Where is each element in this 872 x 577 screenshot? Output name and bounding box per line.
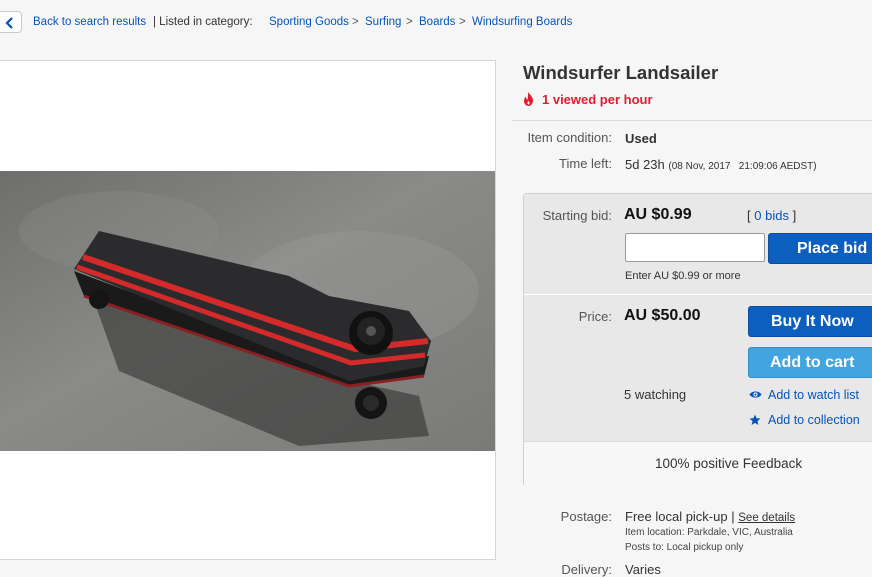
postage-value: Free local pick-up | See details <box>625 509 795 524</box>
time-left-duration: 5d 23h <box>625 157 665 172</box>
delivery-label: Delivery: <box>561 562 612 577</box>
starting-bid-label: Starting bid: <box>542 208 612 223</box>
breadcrumb-separator: > <box>352 16 359 28</box>
see-details-link[interactable]: See details <box>738 512 795 524</box>
bid-count-open: [ <box>747 208 751 223</box>
back-to-search-link[interactable]: Back to search results <box>33 16 146 28</box>
price-label: Price: <box>578 309 612 324</box>
postage-separator: | <box>731 509 735 524</box>
chevron-left-icon <box>5 17 13 29</box>
breadcrumb: Back to search results | Listed in categ… <box>0 11 872 33</box>
category-surfing[interactable]: Surfing <box>365 16 401 28</box>
image-panel <box>0 60 496 560</box>
bids-link[interactable]: 0 bids <box>754 208 789 223</box>
postage-text: Free local pick-up <box>625 509 728 524</box>
star-icon <box>749 414 761 425</box>
postage-label: Postage: <box>560 509 612 524</box>
item-title: Windsurfer Landsailer <box>523 62 719 83</box>
listed-in-label: | Listed in category: <box>153 16 253 28</box>
divider <box>512 120 872 121</box>
category-boards[interactable]: Boards <box>419 16 455 28</box>
bid-count-close: ] <box>792 208 797 223</box>
time-left-end: (08 Nov, 2017 21:09:06 AEDST) <box>668 161 817 172</box>
category-sporting-goods[interactable]: Sporting Goods <box>269 16 349 28</box>
time-left-value: 5d 23h (08 Nov, 2017 21:09:06 AEDST) <box>625 157 817 172</box>
buy-it-now-button[interactable]: Buy It Now <box>748 306 872 337</box>
delivery-value: Varies <box>625 562 661 577</box>
flame-icon <box>524 92 533 106</box>
time-left-label: Time left: <box>559 156 612 171</box>
condition-value: Used <box>625 131 657 146</box>
posts-to: Posts to: Local pickup only <box>625 542 744 553</box>
add-to-cart-button[interactable]: Add to cart <box>748 347 872 378</box>
watching-count: 5 watching <box>624 387 687 402</box>
views-badge-text: 1 viewed per hour <box>542 92 653 107</box>
add-to-watch-list-link[interactable]: Add to watch list <box>768 388 859 402</box>
bid-count: [ 0 bids ] <box>747 208 796 223</box>
item-location: Item location: Parkdale, VIC, Australia <box>625 527 793 538</box>
category-windsurfing-boards[interactable]: Windsurfing Boards <box>472 16 572 28</box>
price-value: AU $50.00 <box>624 307 701 324</box>
breadcrumb-separator: > <box>459 16 466 28</box>
add-to-collection-link[interactable]: Add to collection <box>768 413 860 427</box>
bid-hint: Enter AU $0.99 or more <box>625 270 741 282</box>
starting-bid-value: AU $0.99 <box>624 206 692 223</box>
item-photo[interactable] <box>0 171 495 451</box>
place-bid-button[interactable]: Place bid <box>768 233 872 264</box>
bid-amount-input[interactable] <box>625 233 765 262</box>
back-button[interactable] <box>0 11 22 33</box>
breadcrumb-separator: > <box>406 16 413 28</box>
seller-feedback: 100% positive Feedback <box>655 456 803 471</box>
eye-icon <box>749 391 762 398</box>
condition-label: Item condition: <box>527 130 612 145</box>
